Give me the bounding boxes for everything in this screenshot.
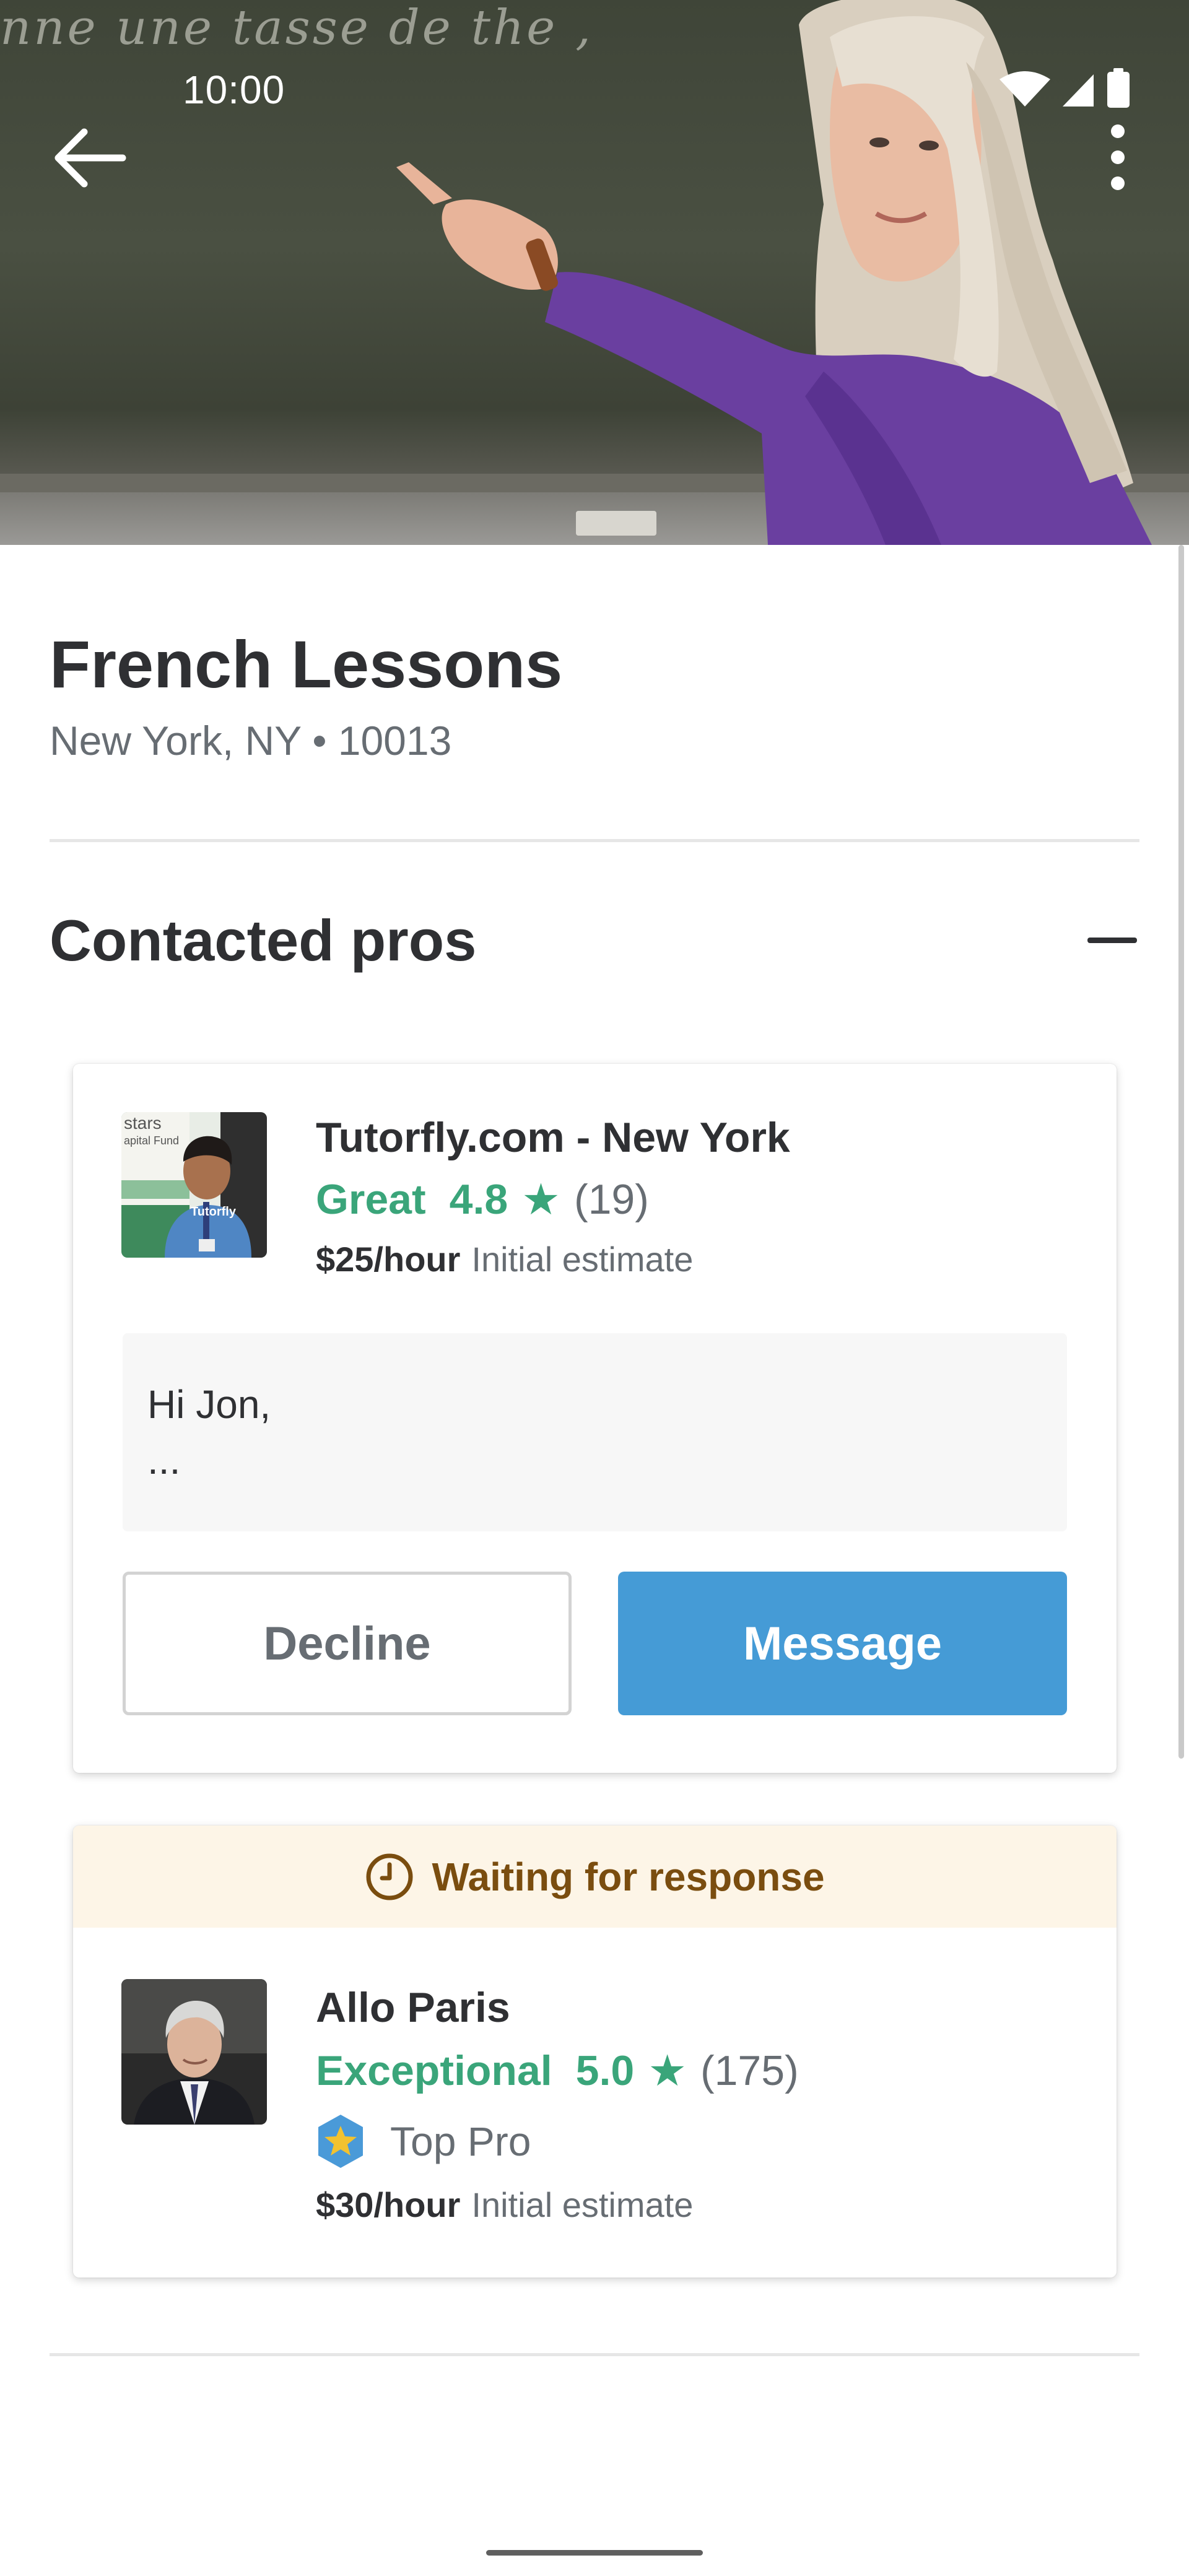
home-indicator[interactable]: [486, 2550, 703, 2556]
rating-line: Great 4.8 ★ (19): [316, 1174, 649, 1225]
waiting-status-text: Waiting for response: [432, 1854, 825, 1899]
price-line: $25/hour Initial estimate: [316, 1239, 693, 1279]
top-pro-badge-icon: [318, 2115, 363, 2168]
wifi-icon: [1000, 71, 1050, 107]
pro-name[interactable]: Tutorfly.com - New York: [316, 1113, 790, 1162]
price-note: Initial estimate: [471, 2185, 694, 2224]
collapse-section-button[interactable]: [1084, 923, 1139, 960]
price-note: Initial estimate: [471, 1240, 694, 1279]
minus-icon: [1087, 938, 1137, 943]
avatar-text: Tutorfly: [191, 1205, 236, 1219]
rating-value: 4.8: [449, 1176, 508, 1223]
avatar-text: apital Fund: [124, 1134, 180, 1147]
avatar: stars apital Fund Tutorfly: [121, 1112, 267, 1258]
more-vertical-icon: [1111, 124, 1125, 190]
section-title: Contacted pros: [50, 908, 477, 973]
pro-card[interactable]: Waiting for response Allo Paris Exceptio…: [73, 1825, 1117, 2278]
message-button[interactable]: Message: [618, 1572, 1067, 1715]
signal-icon: [1063, 74, 1094, 107]
clock-icon: [366, 1853, 413, 1900]
price-line: $30/hour Initial estimate: [316, 2185, 693, 2225]
pro-card[interactable]: stars apital Fund Tutorfly Tutorfly.com …: [73, 1064, 1117, 1773]
top-pro-badge-line: Top Pro: [316, 2113, 531, 2169]
review-count: (19): [573, 1176, 649, 1223]
scrollbar[interactable]: [1178, 545, 1184, 1759]
message-greeting: Hi Jon,: [147, 1382, 271, 1427]
avatar: [121, 1979, 267, 2125]
arrow-left-icon: [54, 128, 126, 188]
battery-icon: [1107, 72, 1130, 108]
star-icon: ★: [521, 1175, 560, 1224]
top-pro-label: Top Pro: [390, 2118, 531, 2164]
message-preview[interactable]: Hi Jon, ...: [123, 1333, 1067, 1531]
divider: [50, 2353, 1139, 2356]
back-button[interactable]: [50, 124, 130, 192]
more-options-button[interactable]: [1096, 121, 1139, 195]
review-count: (175): [700, 2047, 799, 2094]
rating-word: Exceptional: [316, 2047, 552, 2094]
avatar-text: stars: [124, 1113, 162, 1133]
status-time: 10:00: [183, 67, 285, 112]
avatar-image: [121, 1979, 267, 2125]
decline-button[interactable]: Decline: [123, 1572, 572, 1715]
page-title: French Lessons: [50, 627, 563, 702]
rating-word: Great: [316, 1176, 426, 1223]
message-ellipsis: ...: [147, 1438, 181, 1482]
pro-name[interactable]: Allo Paris: [316, 1983, 510, 2032]
location-text: New York, NY • 10013: [50, 718, 452, 764]
rating-line: Exceptional 5.0 ★ (175): [316, 2045, 799, 2096]
price: $30/hour: [316, 2185, 461, 2224]
waiting-status-banner: Waiting for response: [73, 1825, 1117, 1928]
rating-value: 5.0: [575, 2047, 635, 2094]
divider: [50, 839, 1139, 842]
star-icon: ★: [648, 2047, 687, 2095]
status-icons: [1000, 68, 1130, 108]
price: $25/hour: [316, 1240, 461, 1279]
